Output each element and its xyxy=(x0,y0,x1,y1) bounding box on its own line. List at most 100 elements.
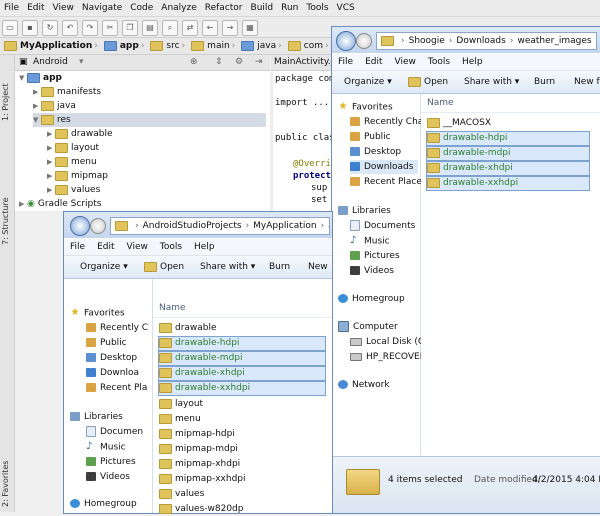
back-arrow-icon[interactable] xyxy=(70,216,90,236)
nav-downloads[interactable]: Downloads xyxy=(350,160,418,174)
burn-button[interactable]: Burn xyxy=(534,76,555,88)
list-item[interactable]: mipmap-xxhdpi xyxy=(159,472,252,486)
tree-item-layout[interactable]: ▶ layout xyxy=(47,141,99,155)
column-header-name[interactable]: Name xyxy=(153,299,332,318)
nav-desktop[interactable]: Desktop xyxy=(86,351,137,365)
list-item[interactable]: values-w820dp xyxy=(159,502,249,516)
address-segment[interactable]: ap xyxy=(328,221,329,231)
ide-menu-build[interactable]: Build xyxy=(247,0,278,16)
tree-item-drawable[interactable]: ▶ drawable xyxy=(47,127,113,141)
nav-pictures[interactable]: Pictures xyxy=(86,455,136,469)
address-segment[interactable]: Downloads xyxy=(456,36,505,46)
nav-homegroup[interactable]: Homegroup xyxy=(70,497,137,511)
nav-homegroup[interactable]: Homegroup xyxy=(338,292,405,306)
nav-computer[interactable]: Computer xyxy=(338,320,398,334)
ide-menu-file[interactable]: File xyxy=(0,0,23,16)
list-item[interactable]: mipmap-hdpi xyxy=(159,427,241,441)
list-item[interactable]: drawable-xhdpi xyxy=(158,366,326,381)
tree-item-app[interactable]: ▼ app xyxy=(19,71,62,85)
forward-arrow-icon[interactable] xyxy=(356,33,372,49)
list-item[interactable]: drawable-xxhdpi xyxy=(158,381,326,396)
list-item[interactable]: __MACOSX xyxy=(427,116,497,130)
undo-icon[interactable]: ↶ xyxy=(62,20,78,36)
collapse-arrow-icon[interactable]: ▶ xyxy=(33,99,41,113)
expand-arrow-icon[interactable]: ▼ xyxy=(19,71,27,85)
editor-tab-mainactivity[interactable]: MainActivity.ja xyxy=(274,57,339,67)
nav-documents[interactable]: Documen xyxy=(86,425,143,439)
nav-recently-changed[interactable]: Recently C xyxy=(86,321,148,335)
menu-tools[interactable]: Tools xyxy=(154,239,188,255)
address-segment[interactable]: AndroidStudioProjects xyxy=(143,221,242,231)
tree-item-manifests[interactable]: ▶ manifests xyxy=(33,85,101,99)
back-icon[interactable]: ← xyxy=(202,20,218,36)
nav-hp-recovery[interactable]: HP_RECOVER xyxy=(350,350,426,364)
burn-button[interactable]: Burn xyxy=(269,261,290,273)
nav-music[interactable]: ♪ Music xyxy=(350,234,390,248)
ide-menu-refactor[interactable]: Refactor xyxy=(201,0,247,16)
nav-public[interactable]: Public xyxy=(86,336,127,350)
breadcrumb-main[interactable]: main › xyxy=(187,38,237,54)
collapse-arrow-icon[interactable]: ▶ xyxy=(47,141,55,155)
forward-arrow-icon[interactable] xyxy=(90,218,106,234)
breadcrumb-java[interactable]: java › xyxy=(237,38,283,54)
menu-edit[interactable]: Edit xyxy=(359,54,388,70)
nav-pictures[interactable]: Pictures xyxy=(350,249,400,263)
nav-recently-changed[interactable]: Recently Cha xyxy=(350,115,423,129)
menu-file[interactable]: File xyxy=(332,54,359,70)
favorites-tool-tab[interactable]: 2: Favorites xyxy=(1,445,13,507)
nav-documents[interactable]: Documents xyxy=(350,219,415,233)
collapse-arrow-icon[interactable]: ▶ xyxy=(47,155,55,169)
open-folder-icon[interactable]: ▭ xyxy=(2,20,18,36)
save-icon[interactable]: ▪ xyxy=(22,20,38,36)
list-item[interactable]: drawable-hdpi xyxy=(158,336,326,351)
nav-desktop[interactable]: Desktop xyxy=(350,145,401,159)
list-item[interactable]: drawable-mdpi xyxy=(426,146,590,161)
collapse-all-icon[interactable]: ⇕ xyxy=(215,57,223,67)
paste-icon[interactable]: ▤ xyxy=(142,20,158,36)
find-icon[interactable]: ⌕ xyxy=(162,20,178,36)
nav-videos[interactable]: Videos xyxy=(350,264,394,278)
menu-file[interactable]: File xyxy=(64,239,91,255)
list-item[interactable]: drawable-mdpi xyxy=(158,351,326,366)
collapse-arrow-icon[interactable]: ▶ xyxy=(33,85,41,99)
collapse-arrow-icon[interactable]: ▶ xyxy=(19,197,27,211)
ide-menu-edit[interactable]: Edit xyxy=(23,0,48,16)
nav-libraries[interactable]: Libraries xyxy=(338,204,391,218)
copy-icon[interactable]: ❐ xyxy=(122,20,138,36)
redo-icon[interactable]: ↷ xyxy=(82,20,98,36)
back-arrow-icon[interactable] xyxy=(336,31,356,51)
breadcrumb-project[interactable]: MyApplication › xyxy=(0,38,100,54)
gear-icon[interactable]: ⚙ xyxy=(235,57,243,67)
collapse-arrow-icon[interactable]: ▶ xyxy=(47,183,55,197)
address-segment[interactable]: MyApplication xyxy=(253,221,316,231)
menu-view[interactable]: View xyxy=(389,54,422,70)
nav-network[interactable]: Network xyxy=(338,378,390,392)
tree-item-gradle-scripts[interactable]: ▶ ◉ Gradle Scripts xyxy=(19,197,101,211)
nav-videos[interactable]: Videos xyxy=(86,470,130,484)
new-folder-button[interactable]: New fo xyxy=(574,76,600,88)
menu-edit[interactable]: Edit xyxy=(91,239,120,255)
nav-favorites[interactable]: ★ Favorites xyxy=(338,100,393,114)
breadcrumb-com[interactable]: com › xyxy=(284,38,331,54)
breadcrumb-app[interactable]: app › xyxy=(100,38,147,54)
ide-menu-view[interactable]: View xyxy=(49,0,78,16)
column-header-name[interactable]: Name xyxy=(421,94,600,113)
structure-tool-tab[interactable]: 7: Structure xyxy=(1,175,13,245)
organize-button[interactable]: Organize ▾ xyxy=(344,76,392,88)
tree-item-menu[interactable]: ▶ menu xyxy=(47,155,97,169)
share-with-button[interactable]: Share with ▾ xyxy=(464,76,519,88)
address-bar[interactable]: › Shoogie › Downloads › weather_images xyxy=(376,32,597,50)
menu-view[interactable]: View xyxy=(121,239,154,255)
nav-libraries[interactable]: Libraries xyxy=(70,410,123,424)
collapse-arrow-icon[interactable]: ▶ xyxy=(47,127,55,141)
organize-button[interactable]: Organize ▾ xyxy=(80,261,128,273)
forward-icon[interactable]: → xyxy=(222,20,238,36)
nav-public[interactable]: Public xyxy=(350,130,391,144)
make-icon[interactable]: ▦ xyxy=(242,20,258,36)
list-item[interactable]: drawable-hdpi xyxy=(426,131,590,146)
list-item[interactable]: mipmap-xhdpi xyxy=(159,457,246,471)
address-segment[interactable]: weather_images xyxy=(517,36,591,46)
list-item[interactable]: menu xyxy=(159,412,207,426)
share-with-button[interactable]: Share with ▾ xyxy=(200,261,255,273)
chevron-down-icon[interactable]: ▾ xyxy=(79,57,84,67)
